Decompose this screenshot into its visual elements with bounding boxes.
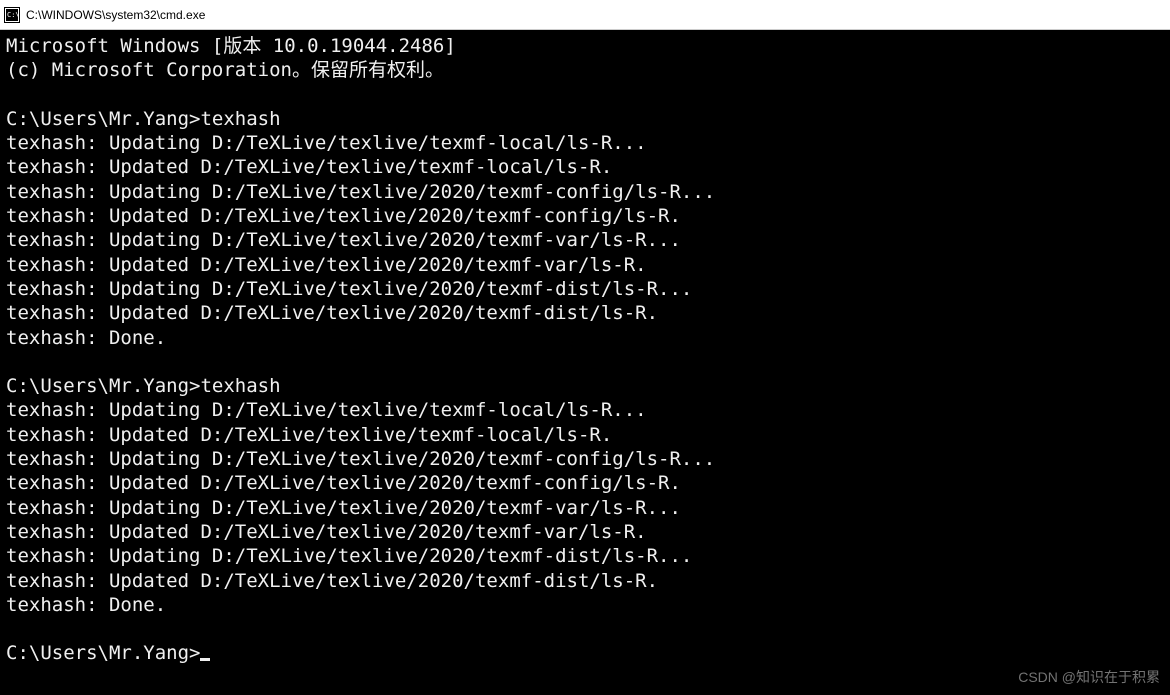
terminal-line: texhash: Updated D:/TeXLive/texlive/texm… bbox=[6, 423, 1164, 447]
window-title: C:\WINDOWS\system32\cmd.exe bbox=[26, 8, 205, 22]
svg-text:C:\: C:\ bbox=[7, 11, 20, 19]
terminal-line: texhash: Updated D:/TeXLive/texlive/2020… bbox=[6, 569, 1164, 593]
terminal-line: texhash: Updated D:/TeXLive/texlive/2020… bbox=[6, 471, 1164, 495]
terminal-prompt-line[interactable]: C:\Users\Mr.Yang> bbox=[6, 641, 1164, 665]
window-titlebar[interactable]: C:\ C:\WINDOWS\system32\cmd.exe bbox=[0, 0, 1170, 30]
terminal-line: texhash: Updated D:/TeXLive/texlive/texm… bbox=[6, 155, 1164, 179]
watermark-text: CSDN @知识在于积累 bbox=[1018, 667, 1160, 687]
terminal-line: Microsoft Windows [版本 10.0.19044.2486] bbox=[6, 34, 1164, 58]
terminal-line: texhash: Updated D:/TeXLive/texlive/2020… bbox=[6, 520, 1164, 544]
terminal-line: C:\Users\Mr.Yang>texhash bbox=[6, 107, 1164, 131]
terminal-line: texhash: Updating D:/TeXLive/texlive/202… bbox=[6, 447, 1164, 471]
terminal-output[interactable]: Microsoft Windows [版本 10.0.19044.2486](c… bbox=[0, 30, 1170, 666]
terminal-line: texhash: Updating D:/TeXLive/texlive/202… bbox=[6, 544, 1164, 568]
terminal-line bbox=[6, 617, 1164, 641]
terminal-line: texhash: Updating D:/TeXLive/texlive/tex… bbox=[6, 398, 1164, 422]
terminal-line: texhash: Updating D:/TeXLive/texlive/202… bbox=[6, 180, 1164, 204]
terminal-prompt: C:\Users\Mr.Yang> bbox=[6, 642, 200, 664]
terminal-line: texhash: Updated D:/TeXLive/texlive/2020… bbox=[6, 204, 1164, 228]
terminal-line: texhash: Done. bbox=[6, 593, 1164, 617]
terminal-line: texhash: Updating D:/TeXLive/texlive/202… bbox=[6, 496, 1164, 520]
terminal-line bbox=[6, 83, 1164, 107]
terminal-line: C:\Users\Mr.Yang>texhash bbox=[6, 374, 1164, 398]
terminal-line bbox=[6, 350, 1164, 374]
terminal-line: texhash: Updating D:/TeXLive/texlive/202… bbox=[6, 228, 1164, 252]
terminal-line: (c) Microsoft Corporation。保留所有权利。 bbox=[6, 58, 1164, 82]
terminal-cursor bbox=[200, 658, 210, 661]
terminal-line: texhash: Updated D:/TeXLive/texlive/2020… bbox=[6, 301, 1164, 325]
cmd-icon: C:\ bbox=[4, 7, 20, 23]
terminal-line: texhash: Updating D:/TeXLive/texlive/tex… bbox=[6, 131, 1164, 155]
terminal-line: texhash: Updated D:/TeXLive/texlive/2020… bbox=[6, 253, 1164, 277]
terminal-line: texhash: Updating D:/TeXLive/texlive/202… bbox=[6, 277, 1164, 301]
terminal-line: texhash: Done. bbox=[6, 326, 1164, 350]
